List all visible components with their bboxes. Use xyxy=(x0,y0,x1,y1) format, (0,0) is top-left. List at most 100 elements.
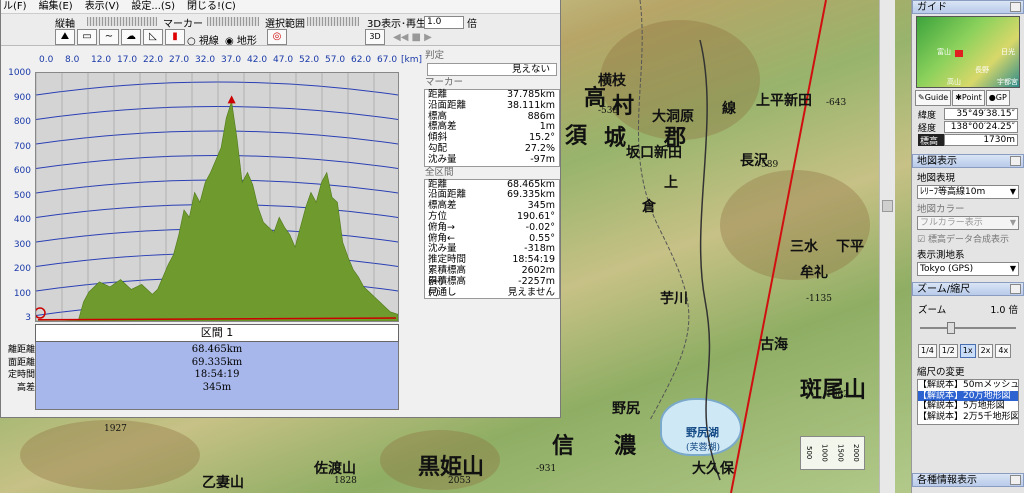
x-tick-label: 27.0 xyxy=(169,55,190,65)
x-tick-label: 57.0 xyxy=(325,55,346,65)
guide-overview-map[interactable]: 富山 長野 日光 高山 宇都宮 xyxy=(916,16,1020,88)
y-tick-label: 3 xyxy=(25,313,31,323)
scale-tick: 500 xyxy=(804,446,813,460)
info-header[interactable]: 各種情報表示 xyxy=(912,473,1024,487)
map-expression-label: 地図表現 xyxy=(917,173,956,184)
section-values: 68.465km 69.335km 18:54:19 345m xyxy=(35,342,399,410)
profile-view-button[interactable]: ⛰ xyxy=(55,29,75,45)
scale-change-label: 縮尺の変更 xyxy=(917,367,965,378)
info-key: 見通し xyxy=(428,286,457,298)
scale-list-item-selected[interactable]: 【解説本】20万地形図 xyxy=(918,390,1018,401)
collapse-icon[interactable] xyxy=(1010,284,1021,294)
flat-view-button[interactable]: ▭ xyxy=(77,29,97,45)
wave-view-button[interactable]: ∼ xyxy=(99,29,119,45)
x-tick-label: 67.0 xyxy=(377,55,398,65)
menu-edit[interactable]: 編集(E) xyxy=(39,0,73,13)
radio-terrain[interactable]: ◉ 地形 xyxy=(225,32,257,47)
slider-knob[interactable] xyxy=(947,322,955,334)
zoom-slider[interactable] xyxy=(920,322,1016,334)
zoom-1x-button[interactable]: 1x xyxy=(959,344,976,358)
mapdisp-header[interactable]: 地図表示 xyxy=(912,154,1024,168)
zoom-4x-button[interactable]: 4x xyxy=(995,344,1012,358)
guide-map-label: 長野 xyxy=(975,66,989,74)
elevation-composite-label: 標高データ合成表示 xyxy=(927,235,1009,245)
elevation-label: 2053 xyxy=(448,476,471,486)
marker-slider[interactable] xyxy=(207,17,259,26)
zoom-2x-button[interactable]: 2x xyxy=(977,344,994,358)
elevation-value: 1730m xyxy=(944,134,1018,146)
playback-buttons[interactable]: ◀◀ ■ ▶ xyxy=(393,32,432,43)
binoculars-button[interactable]: ◎ xyxy=(267,29,287,45)
guide-header[interactable]: ガイド xyxy=(912,0,1024,14)
collapse-icon[interactable] xyxy=(1010,156,1021,166)
guide-map-label: 日光 xyxy=(1001,48,1015,56)
map-label: 下平 xyxy=(836,239,864,255)
scale-list-item[interactable]: 【解説本】5万地形図 xyxy=(918,401,1018,412)
tab-gps[interactable]: ●GP xyxy=(985,90,1010,106)
x-tick-label: 0.0 xyxy=(39,55,54,65)
cloud-view-button[interactable]: ☁ xyxy=(121,29,141,45)
collapse-icon[interactable] xyxy=(1010,475,1021,485)
collapse-icon[interactable] xyxy=(1010,2,1021,12)
info-key: 沿面距離 xyxy=(428,99,467,111)
info-row: 見通し 見えません xyxy=(425,286,559,299)
radio-sight[interactable]: ○ 視線 xyxy=(187,32,219,47)
radio-sight-label: 視線 xyxy=(198,36,219,47)
menu-settings[interactable]: 設定...(S) xyxy=(131,0,175,13)
angle-view-button[interactable]: ◺ xyxy=(143,29,163,45)
zoom-select[interactable]: 1.0 xyxy=(424,16,464,29)
map-vertical-scrollbar[interactable] xyxy=(879,0,895,493)
info-row: 俯角→ -0.02° xyxy=(425,222,559,234)
map-label: 信 xyxy=(552,433,575,459)
scale-list-item[interactable]: 【解説本】2万5千地形図 xyxy=(918,412,1018,423)
curved-gridline xyxy=(35,81,399,96)
scale-list[interactable]: 【解説本】50mメッシュ標 【解説本】20万地形図 【解説本】5万地形図 【解説… xyxy=(917,379,1019,425)
all-section-group-label: 全区間 xyxy=(424,166,560,179)
x-tick-label: 42.0 xyxy=(247,55,268,65)
elevation-label: 1927 xyxy=(104,424,127,434)
elevation-row: 標高 1730m xyxy=(918,134,1018,147)
scrollbar-thumb[interactable] xyxy=(882,200,893,212)
elevation-profile-chart[interactable] xyxy=(34,72,399,322)
tab-guide-label: Guide xyxy=(924,93,949,102)
section-time: 18:54:19 xyxy=(194,369,240,380)
peak-marker xyxy=(227,95,236,104)
y-tick-label: 300 xyxy=(13,239,31,250)
map-color-select[interactable]: フルカラー表示 xyxy=(917,216,1019,230)
x-tick-label: 12.0 xyxy=(91,55,112,65)
marker-flag-button[interactable]: ▮ xyxy=(165,29,185,45)
info-value: 38.111km xyxy=(507,99,555,111)
map-expression-select[interactable]: ﾚﾘｰﾌ等高線10m xyxy=(917,185,1019,199)
view3d-button[interactable]: 3D xyxy=(365,29,385,45)
scale-list-item[interactable]: 【解説本】50mメッシュ標 xyxy=(918,380,1018,391)
profile-svg xyxy=(34,73,399,322)
view3d-label: 3D表示･再生 xyxy=(367,19,427,30)
section-surface-distance: 69.335km xyxy=(191,356,243,368)
y-tick-label: 400 xyxy=(13,215,31,225)
vertical-axis-slider[interactable] xyxy=(87,17,157,26)
y-tick-label: 200 xyxy=(13,264,31,274)
tab-point[interactable]: ✱Point xyxy=(952,90,985,106)
info-value: -97m xyxy=(530,153,555,165)
zoom-half-button[interactable]: 1/2 xyxy=(938,344,958,358)
elevation-composite-checkbox[interactable]: ☑ 標高データ合成表示 xyxy=(917,232,1019,245)
map-label: 大洞原 xyxy=(652,109,694,125)
x-tick-label: 22.0 xyxy=(143,55,164,65)
zoom-header[interactable]: ズーム/縮尺 xyxy=(912,282,1024,296)
menu-view[interactable]: 表示(V) xyxy=(85,0,120,13)
profile-toolbar: 縦軸 マーカー 選択範囲 3D表示･再生 1.0 倍 ⛰ ▭ ∼ ☁ ◺ ▮ ○… xyxy=(1,14,560,47)
guide-map-label: 宇都宮 xyxy=(997,78,1018,86)
tab-guide[interactable]: ✎Guide xyxy=(915,90,952,106)
menu-close[interactable]: 閉じる!(C) xyxy=(187,0,236,13)
menu-file[interactable]: ル(F) xyxy=(3,0,27,13)
zoom-quarter-button[interactable]: 1/4 xyxy=(918,344,937,358)
selection-range-slider[interactable] xyxy=(307,17,359,26)
current-view-marker xyxy=(955,50,963,57)
mapdisp-title: 地図表示 xyxy=(917,156,957,167)
guide-title: ガイド xyxy=(917,2,947,13)
section-title[interactable]: 区間 1 xyxy=(35,324,399,342)
geodetic-select[interactable]: Tokyo (GPS) xyxy=(917,262,1019,276)
y-tick-label: 900 xyxy=(13,92,31,103)
elevation-label: 標高 xyxy=(918,134,944,147)
lake-name: 野尻湖 xyxy=(686,426,719,439)
